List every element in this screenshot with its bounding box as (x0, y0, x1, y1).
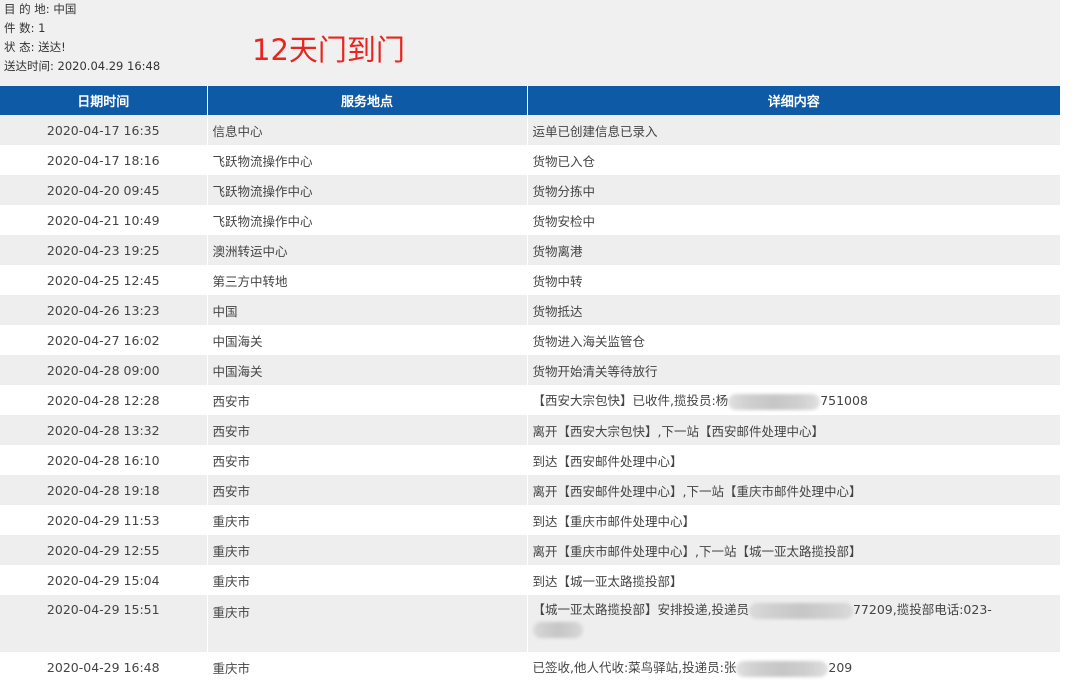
detail-cell: 到达【西安邮件处理中心】 (526, 445, 1060, 475)
location-cell: 重庆市 (206, 535, 527, 565)
table-row: 2020-04-25 12:45 第三方中转地 货物中转 (0, 265, 1060, 295)
table-row: 2020-04-29 15:04 重庆市 到达【城一亚太路揽投部】 (0, 565, 1060, 595)
table-header-row: 日期时间 服务地点 详细内容 (0, 86, 1060, 115)
detail-cell: 离开【重庆市邮件处理中心】,下一站【城一亚太路揽投部】 (526, 535, 1060, 565)
detail-cell: 【西安大宗包快】已收件,揽投员:杨 751008 (526, 385, 1060, 415)
time-cell: 2020-04-17 18:16 (0, 145, 207, 175)
redacted-blur (728, 393, 821, 410)
table-row: 2020-04-21 10:49 飞跃物流操作中心 货物安检中 (0, 205, 1060, 235)
location-cell: 中国海关 (206, 325, 527, 355)
detail-cell: 货物已入仓 (526, 145, 1060, 175)
table-row: 2020-04-29 11:53 重庆市 到达【重庆市邮件处理中心】 (0, 505, 1060, 535)
time-cell: 2020-04-23 19:25 (0, 235, 207, 265)
detail-text: 已签收,他人代收:菜鸟驿站,投递员:张 (532, 660, 737, 676)
destination-text: 目 的 地: 中国 (4, 2, 77, 16)
detail-cell: 离开【西安大宗包快】,下一站【西安邮件处理中心】 (526, 415, 1060, 445)
header-location: 服务地点 (206, 86, 527, 115)
redacted-blur (532, 621, 583, 638)
table-row: 2020-04-28 16:10 西安市 到达【西安邮件处理中心】 (0, 445, 1060, 475)
pieces-text: 件 数: 1 (4, 21, 46, 35)
header-detail: 详细内容 (526, 86, 1060, 115)
location-cell: 第三方中转地 (206, 265, 527, 295)
detail-cell: 货物安检中 (526, 205, 1060, 235)
location-cell: 重庆市 (206, 565, 527, 595)
location-cell: 飞跃物流操作中心 (206, 175, 527, 205)
location-cell: 重庆市 (206, 652, 527, 682)
detail-cell: 离开【西安邮件处理中心】,下一站【重庆市邮件处理中心】 (526, 475, 1060, 505)
door-to-door-annotation: 12天门到门 (252, 33, 405, 67)
detail-cell: 货物进入海关监管仓 (526, 325, 1060, 355)
location-cell: 重庆市 (206, 505, 527, 535)
location-cell: 西安市 (206, 415, 527, 445)
table-row: 2020-04-27 16:02 中国海关 货物进入海关监管仓 (0, 325, 1060, 355)
table-row: 2020-04-28 12:28 西安市 【西安大宗包快】已收件,揽投员:杨 7510… (0, 385, 1060, 415)
detail-text: 751008 (820, 393, 868, 409)
table-row: 2020-04-28 19:18 西安市 离开【西安邮件处理中心】,下一站【重庆市邮… (0, 475, 1060, 505)
detail-cell: 【城一亚太路揽投部】安排投递,投递员 77209,揽投部电话:023- (526, 595, 1060, 652)
time-cell: 2020-04-17 16:35 (0, 115, 207, 145)
location-cell: 澳洲转运中心 (206, 235, 527, 265)
table-row: 2020-04-17 18:16 飞跃物流操作中心 货物已入仓 (0, 145, 1060, 175)
time-cell: 2020-04-29 12:55 (0, 535, 207, 565)
status-text: 状 态: 送达! (4, 40, 66, 54)
detail-cell: 货物中转 (526, 265, 1060, 295)
table-row: 2020-04-23 19:25 澳洲转运中心 货物离港 (0, 235, 1060, 265)
time-cell: 2020-04-29 15:51 (0, 595, 207, 652)
location-cell: 重庆市 (206, 595, 527, 652)
detail-text: 209 (828, 660, 853, 676)
location-cell: 中国 (206, 295, 527, 325)
detail-cell: 运单已创建信息已录入 (526, 115, 1060, 145)
table-row: 2020-04-29 16:48 重庆市 已签收,他人代收:菜鸟驿站,投递员:张 20… (0, 652, 1060, 682)
location-cell: 西安市 (206, 445, 527, 475)
time-cell: 2020-04-29 16:48 (0, 652, 207, 682)
time-cell: 2020-04-28 19:18 (0, 475, 207, 505)
time-cell: 2020-04-28 13:32 (0, 415, 207, 445)
time-cell: 2020-04-28 12:28 (0, 385, 207, 415)
time-cell: 2020-04-21 10:49 (0, 205, 207, 235)
location-cell: 西安市 (206, 385, 527, 415)
table-row: 2020-04-26 13:23 中国 货物抵达 (0, 295, 1060, 325)
detail-cell: 货物抵达 (526, 295, 1060, 325)
time-cell: 2020-04-29 11:53 (0, 505, 207, 535)
table-row: 2020-04-29 15:51 重庆市 【城一亚太路揽投部】安排投递,投递员 772… (0, 595, 1060, 652)
location-cell: 飞跃物流操作中心 (206, 145, 527, 175)
redacted-blur (748, 602, 853, 619)
time-cell: 2020-04-29 15:04 (0, 565, 207, 595)
detail-cell: 货物开始清关等待放行 (526, 355, 1060, 385)
time-cell: 2020-04-27 16:02 (0, 325, 207, 355)
detail-text: 【西安大宗包快】已收件,揽投员:杨 (532, 393, 729, 409)
location-cell: 中国海关 (206, 355, 527, 385)
detail-text: 【城一亚太路揽投部】安排投递,投递员 (532, 602, 749, 617)
table-row: 2020-04-20 09:45 飞跃物流操作中心 货物分拣中 (0, 175, 1060, 205)
location-cell: 信息中心 (206, 115, 527, 145)
detail-cell: 货物离港 (526, 235, 1060, 265)
redacted-blur (736, 660, 829, 677)
summary-panel: 目 的 地: 中国 件 数: 1 状 态: 送达! 送达时间: 2020.04.… (0, 0, 1060, 86)
location-cell: 飞跃物流操作中心 (206, 205, 527, 235)
time-cell: 2020-04-28 09:00 (0, 355, 207, 385)
time-cell: 2020-04-25 12:45 (0, 265, 207, 295)
detail-cell: 到达【重庆市邮件处理中心】 (526, 505, 1060, 535)
detail-text: 77209,揽投部电话:023- (852, 602, 992, 617)
header-datetime: 日期时间 (0, 86, 207, 115)
delivered-time-text: 送达时间: 2020.04.29 16:48 (4, 59, 161, 73)
detail-cell: 已签收,他人代收:菜鸟驿站,投递员:张 209 (526, 652, 1060, 682)
table-row: 2020-04-28 13:32 西安市 离开【西安大宗包快】,下一站【西安邮件处理… (0, 415, 1060, 445)
time-cell: 2020-04-26 13:23 (0, 295, 207, 325)
detail-cell: 货物分拣中 (526, 175, 1060, 205)
detail-cell: 到达【城一亚太路揽投部】 (526, 565, 1060, 595)
tracking-table: 日期时间 服务地点 详细内容 2020-04-17 16:35 信息中心 运单已创建… (0, 86, 1060, 682)
time-cell: 2020-04-20 09:45 (0, 175, 207, 205)
time-cell: 2020-04-28 16:10 (0, 445, 207, 475)
location-cell: 西安市 (206, 475, 527, 505)
table-row: 2020-04-29 12:55 重庆市 离开【重庆市邮件处理中心】,下一站【城一亚… (0, 535, 1060, 565)
table-row: 2020-04-28 09:00 中国海关 货物开始清关等待放行 (0, 355, 1060, 385)
table-row: 2020-04-17 16:35 信息中心 运单已创建信息已录入 (0, 115, 1060, 145)
